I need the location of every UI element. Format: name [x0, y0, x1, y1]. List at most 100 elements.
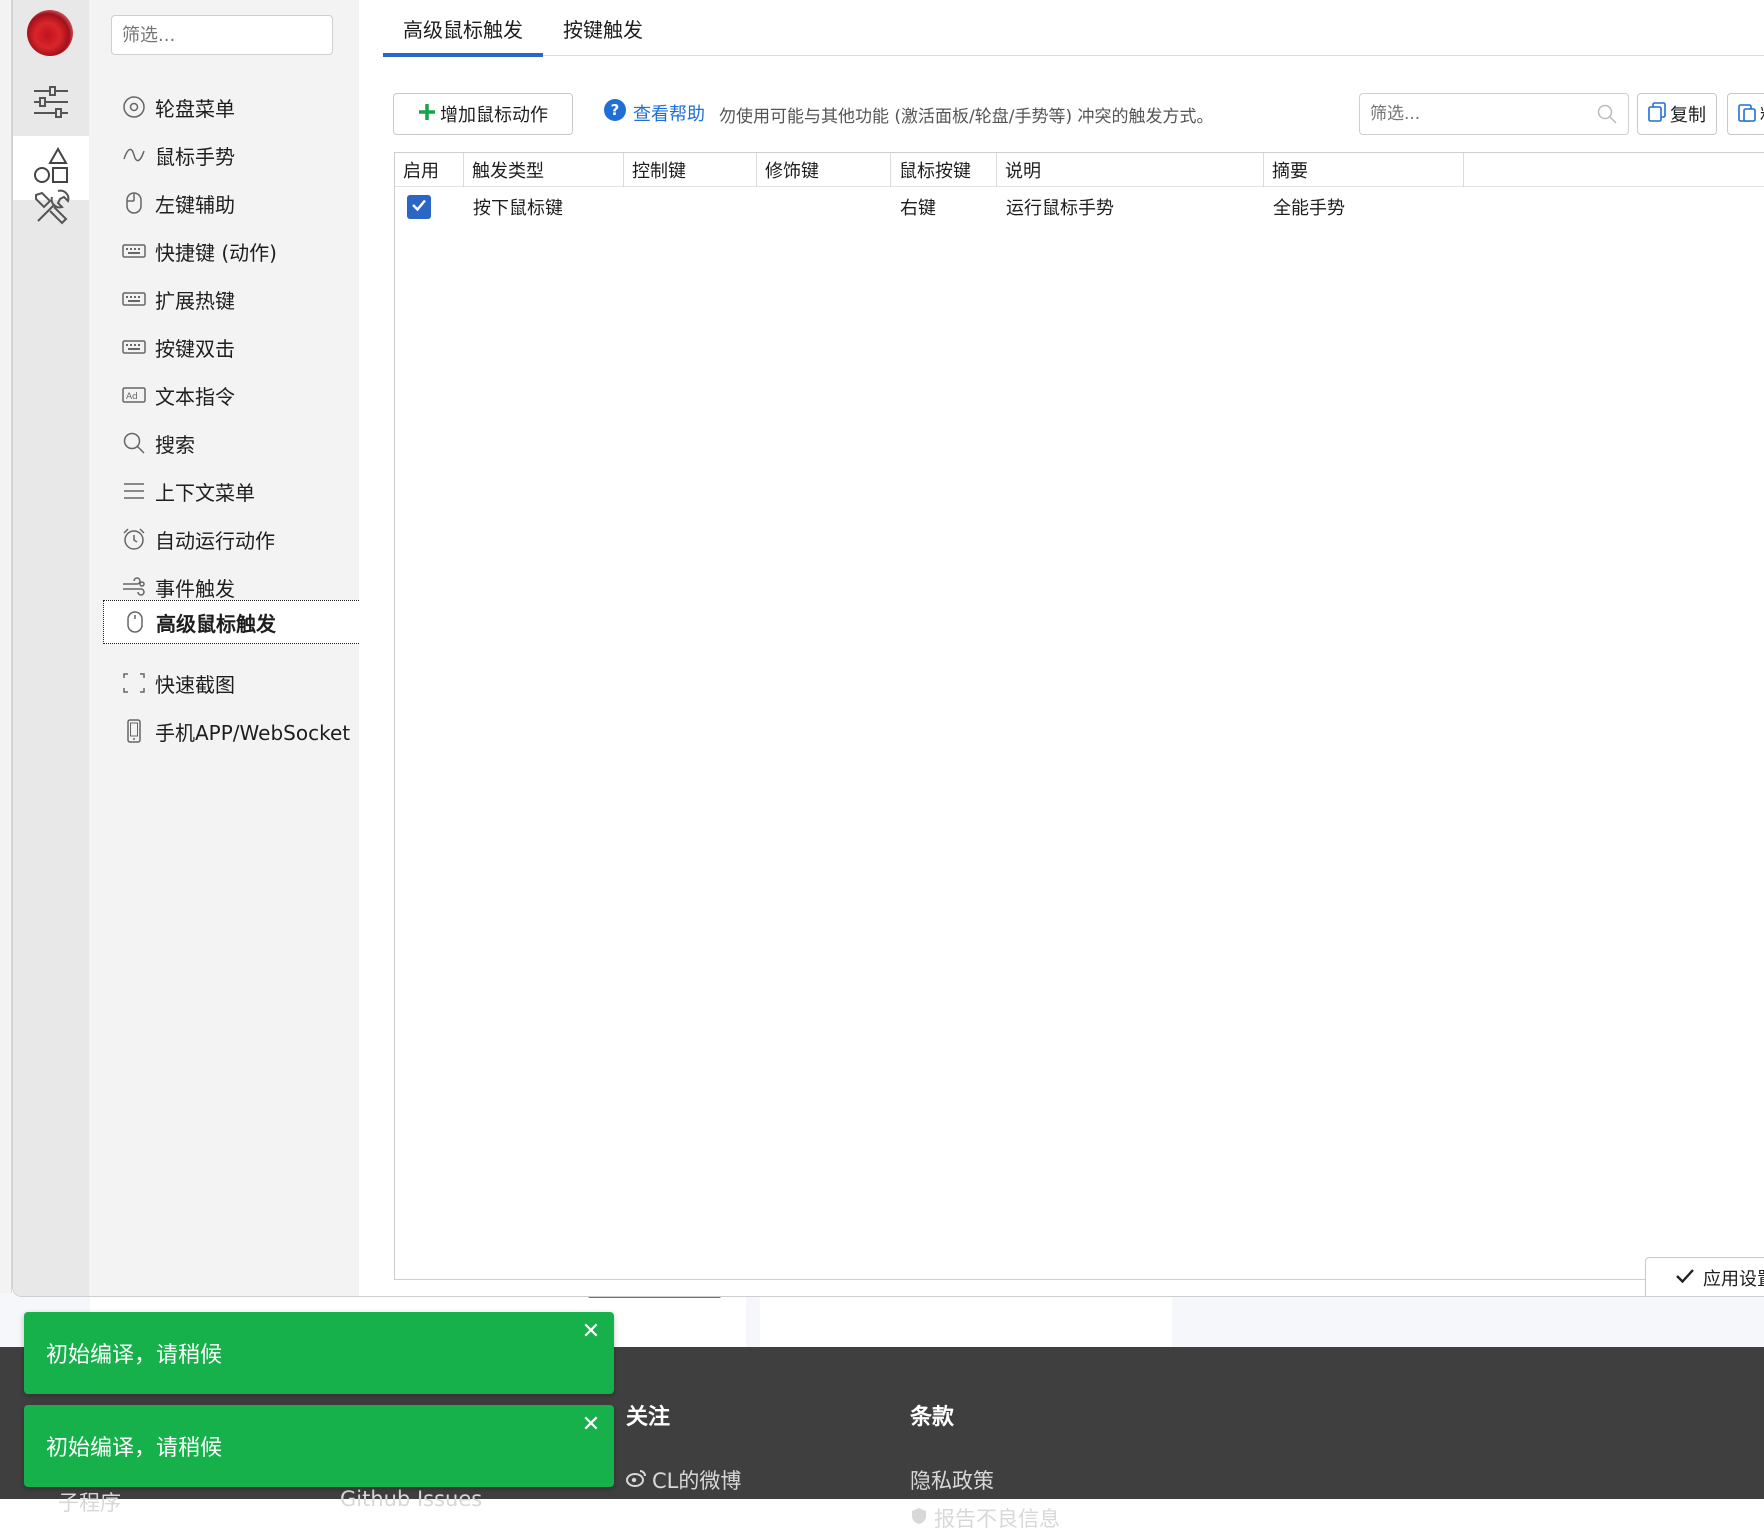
toast-message: 初始编译，请稍候 [46, 1343, 223, 1368]
toast-message: 初始编译，请稍候 [46, 1436, 223, 1461]
nav-item-text-commands[interactable]: Ad 文本指令 [103, 372, 365, 418]
toast-notification: 初始编译，请稍候 ✕ [24, 1405, 614, 1487]
tab-key-triggers[interactable]: 按键触发 [543, 0, 663, 56]
weibo-icon [626, 1468, 646, 1492]
paste-button[interactable]: 粘 [1727, 93, 1764, 135]
footer-report-link[interactable]: 报告不良信息 [910, 1503, 1060, 1533]
enabled-checkbox[interactable] [407, 195, 431, 219]
copy-button[interactable]: 复制 [1637, 93, 1717, 135]
footer-partial-left[interactable]: 子程序 [58, 1487, 121, 1517]
copy-icon [1648, 101, 1666, 127]
mouse-icon [122, 609, 148, 635]
footer-partial-mid[interactable]: Github Issues [340, 1487, 482, 1511]
cell-trigger-type: 按下鼠标键 [473, 198, 563, 219]
nav-item-label: 事件触发 [155, 576, 235, 601]
rail-settings-button[interactable] [13, 72, 89, 136]
table-row[interactable]: 按下鼠标键 右键 运行鼠标手势 全能手势 [395, 187, 1764, 227]
mouse-left-icon [121, 190, 147, 216]
search-icon [1597, 104, 1617, 128]
nav-item-label: 轮盘菜单 [155, 96, 235, 121]
icon-rail [13, 0, 89, 1296]
nav-item-label: 上下文菜单 [155, 480, 255, 505]
table-header: 启用 触发类型 控制键 修饰键 鼠标按键 说明 摘要 [395, 153, 1764, 187]
nav-item-context-menu[interactable]: 上下文菜单 [103, 468, 365, 514]
keyboard-icon [121, 286, 147, 312]
trigger-table: 启用 触发类型 控制键 修饰键 鼠标按键 说明 摘要 按下鼠标键 右键 运行鼠标… [394, 152, 1764, 1280]
column-header-description[interactable]: 说明 [997, 153, 1264, 187]
cell-mouse-button: 右键 [900, 198, 936, 219]
tools-icon [32, 189, 70, 231]
keyboard-icon [121, 238, 147, 264]
cell-enabled[interactable] [395, 187, 464, 227]
nav-item-search[interactable]: 搜索 [103, 420, 365, 466]
column-header-modifier-key[interactable]: 修饰键 [757, 153, 891, 187]
cell-control-key [621, 187, 754, 227]
svg-text:Ad: Ad [126, 392, 138, 402]
cell-summary: 全能手势 [1273, 198, 1345, 219]
copy-label: 复制 [1670, 105, 1706, 126]
nav-item-key-double-press[interactable]: 按键双击 [103, 324, 365, 370]
paste-icon [1738, 102, 1756, 127]
close-icon[interactable]: ✕ [578, 1318, 604, 1344]
hamburger-menu-icon [121, 478, 147, 504]
nav-panel: 轮盘菜单 鼠标手势 左键辅助 快捷键 (动作) 扩展热键 [89, 0, 365, 1296]
tab-label: 高级鼠标触发 [403, 17, 523, 42]
checkmark-icon [410, 196, 428, 219]
svg-text:?: ? [611, 101, 620, 119]
nav-item-label: 左键辅助 [155, 192, 235, 217]
tab-bar: 高级鼠标触发 按键触发 [383, 0, 1764, 57]
close-icon[interactable]: ✕ [578, 1411, 604, 1437]
nav-item-left-click-assist[interactable]: 左键辅助 [103, 180, 365, 226]
nav-item-label: 搜索 [155, 432, 195, 457]
toast-notification: 初始编译，请稍候 ✕ [24, 1312, 614, 1394]
nav-filter-input[interactable] [111, 15, 333, 55]
column-header-summary[interactable]: 摘要 [1264, 153, 1464, 187]
nav-item-mobile-app[interactable]: 手机APP/WebSocket [103, 708, 365, 754]
shield-icon [910, 1506, 928, 1530]
cell-description: 运行鼠标手势 [1006, 198, 1114, 219]
phone-icon [121, 718, 147, 744]
background-left-strip [0, 0, 12, 1300]
rail-tools-button[interactable] [13, 178, 89, 242]
nav-item-advanced-mouse-triggers[interactable]: 高级鼠标触发 [103, 600, 365, 644]
nav-item-label: 鼠标手势 [155, 144, 235, 169]
footer-weibo-link[interactable]: CL的微博 [626, 1465, 741, 1495]
gesture-wave-icon [121, 142, 147, 168]
search-icon [121, 430, 147, 456]
nav-item-extended-hotkeys[interactable]: 扩展热键 [103, 276, 365, 322]
nav-item-label: 按键双击 [155, 336, 235, 361]
nav-item-label: 手机APP/WebSocket [155, 720, 351, 745]
view-help-link[interactable]: ? 查看帮助 [603, 98, 705, 127]
nav-item-mouse-gesture[interactable]: 鼠标手势 [103, 132, 365, 178]
footer-privacy-link[interactable]: 隐私政策 [910, 1465, 1060, 1495]
tab-advanced-mouse-triggers[interactable]: 高级鼠标触发 [383, 0, 543, 57]
nav-item-auto-run-actions[interactable]: 自动运行动作 [103, 516, 365, 562]
column-header-trigger-type[interactable]: 触发类型 [464, 153, 624, 187]
footer-terms-heading: 条款 [910, 1405, 955, 1430]
checkmark-icon [1675, 1267, 1695, 1290]
background-block [760, 1293, 1172, 1347]
avatar[interactable] [27, 10, 73, 56]
alarm-clock-icon [121, 526, 147, 552]
table-filter-input[interactable] [1359, 93, 1629, 135]
apply-settings-button[interactable]: 应用设置 [1645, 1257, 1764, 1296]
column-header-control-key[interactable]: 控制键 [624, 153, 757, 187]
cell-modifier-key [754, 187, 888, 227]
nav-item-hotkey-actions[interactable]: 快捷键 (动作) [103, 228, 365, 274]
app-window: 轮盘菜单 鼠标手势 左键辅助 快捷键 (动作) 扩展热键 [12, 0, 1764, 1297]
column-header-mouse-button[interactable]: 鼠标按键 [891, 153, 997, 187]
add-mouse-action-label: 增加鼠标动作 [440, 105, 548, 126]
nav-item-label: 扩展热键 [155, 288, 235, 313]
nav-item-quick-screenshot[interactable]: 快速截图 [103, 660, 365, 706]
paste-label: 粘 [1760, 101, 1764, 127]
ad-text-icon: Ad [121, 382, 147, 408]
wind-icon [121, 574, 147, 600]
footer-follow-heading: 关注 [626, 1405, 671, 1430]
conflict-warning-text: 勿使用可能与其他功能 (激活面板/轮盘/手势等) 冲突的触发方式。 [719, 107, 1214, 127]
help-question-icon: ? [603, 98, 627, 127]
footer-report-label: 报告不良信息 [934, 1507, 1060, 1531]
add-mouse-action-button[interactable]: 增加鼠标动作 [393, 93, 573, 135]
nav-item-wheel-menu[interactable]: 轮盘菜单 [103, 84, 365, 130]
column-header-enabled[interactable]: 启用 [395, 153, 464, 187]
plus-icon [418, 103, 436, 126]
